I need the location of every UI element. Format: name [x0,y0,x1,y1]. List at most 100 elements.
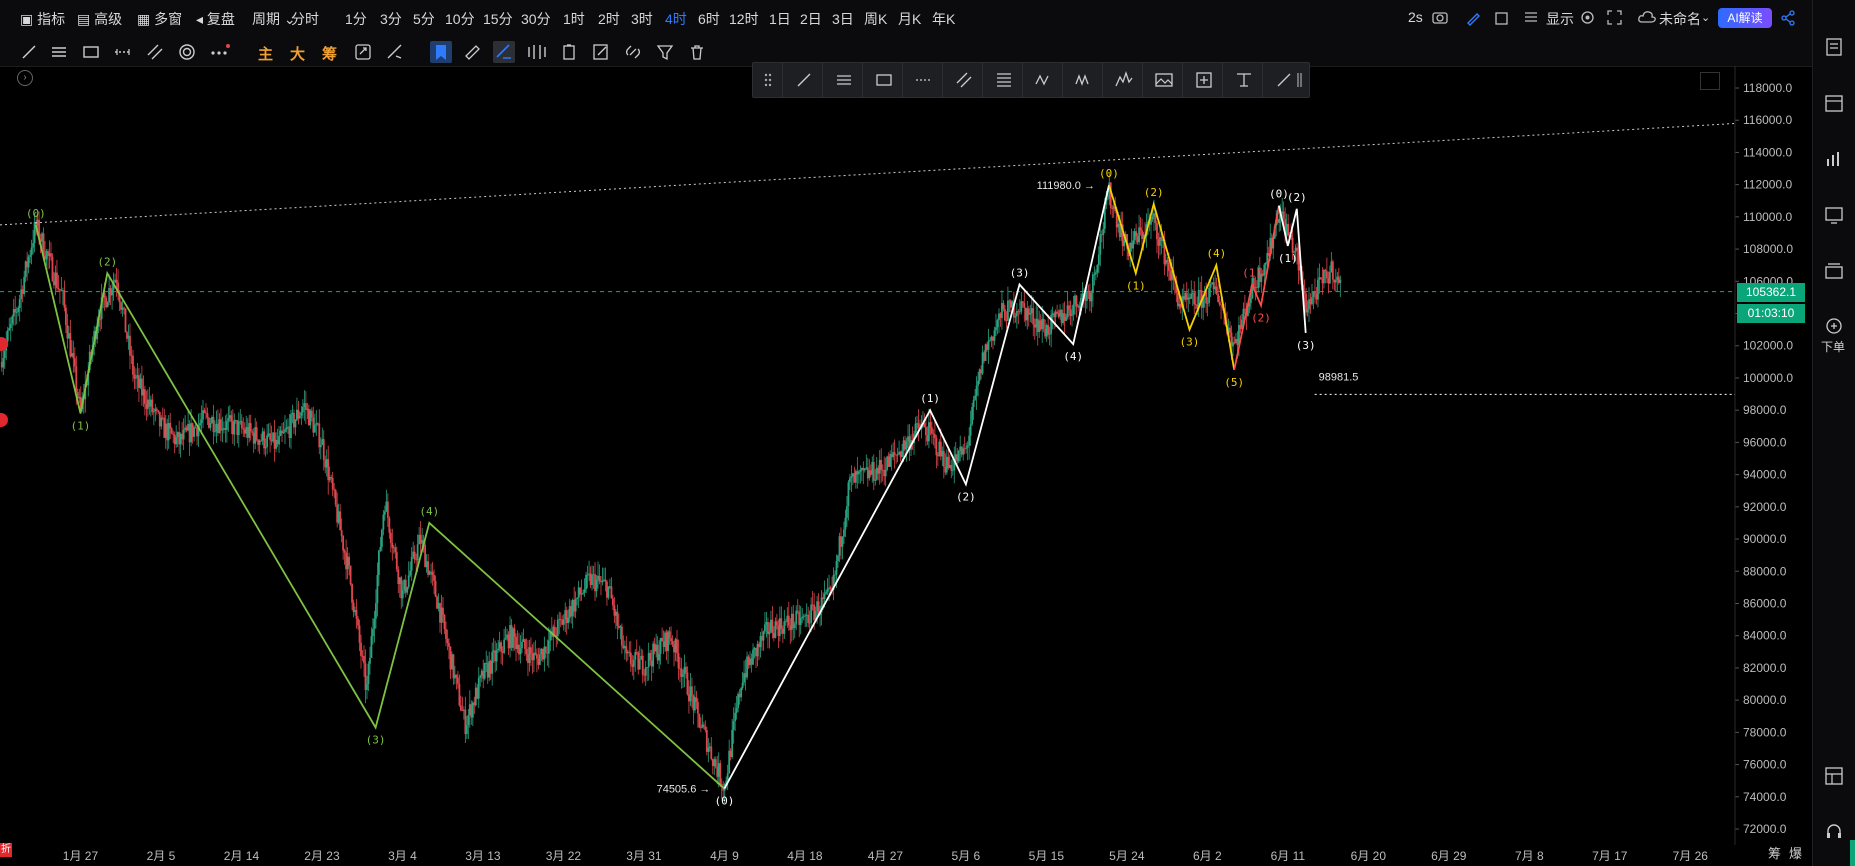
candle-body [376,575,379,604]
camera-icon[interactable] [1432,10,1448,27]
burst-label[interactable]: 爆 [1789,843,1802,862]
line-tool-icon[interactable] [18,41,40,63]
order-icon[interactable] [1823,315,1845,337]
more-tools-icon[interactable] [208,41,230,63]
candle-body [269,433,271,440]
topbar-item[interactable]: 周期 ⌄ [252,9,296,29]
filter-icon[interactable] [654,41,676,63]
wave3-icon[interactable] [1033,69,1055,91]
magnet-draw-tool-icon[interactable] [493,41,515,63]
main-chart-toggle[interactable]: 主 [258,43,273,64]
order-label[interactable]: 下单 [1821,338,1845,355]
bar-chart-icon[interactable] [1823,148,1845,170]
watchlist-icon[interactable] [1823,36,1845,58]
parallel-channel-tool-icon[interactable] [144,41,166,63]
topbar-item[interactable]: 2时 [598,9,620,29]
candle-body [704,726,707,731]
candle-body [616,611,619,626]
display-button[interactable]: 显示 [1546,9,1574,29]
collapse-handle-icon[interactable] [1289,69,1311,91]
candle-body [530,647,532,654]
drag-handle-icon[interactable] [757,69,779,91]
topbar-item[interactable]: ▦ 多窗 [137,9,182,29]
clipboard-tool-icon[interactable] [558,41,580,63]
calendar-icon[interactable] [1823,92,1845,114]
topbar-item[interactable]: 1分 [345,9,367,29]
bookmark-tool-icon[interactable] [430,41,452,63]
link-tool-icon[interactable] [622,41,644,63]
topbar-item[interactable]: 分时 [291,9,319,29]
topbar-item[interactable]: 12时 [729,9,759,29]
wave-label: (3) [1296,339,1316,352]
candle-body [525,648,528,655]
y-tick-label: 86000.0 [1743,596,1787,610]
expand-circle-icon[interactable]: › [17,70,33,86]
topbar-item[interactable]: 月K [898,9,921,29]
left-bottom-badge[interactable]: 折 [0,843,12,857]
ai-interpret-button[interactable]: AI解读 [1718,8,1772,28]
topbar-item[interactable]: ▣ 指标 [20,9,65,29]
measure-icon[interactable] [1233,69,1255,91]
monitor-chart-icon[interactable] [1823,204,1845,226]
topbar-item[interactable]: 3日 [832,9,854,29]
chevron-down-icon[interactable]: ⌄ [1701,11,1710,24]
wave5-icon[interactable] [1073,69,1095,91]
eraser-line-icon[interactable] [384,41,406,63]
share-window-icon[interactable] [1494,10,1510,29]
edit-note-icon[interactable] [590,41,612,63]
topbar-item[interactable]: 3分 [380,9,402,29]
y-tick-label: 102000.0 [1743,339,1793,353]
candle-body [857,471,860,475]
add-box-icon[interactable] [1193,69,1215,91]
topbar-item[interactable]: ▤ 高级 [77,9,122,29]
refresh-interval[interactable]: 2s [1408,9,1423,25]
topbar-item[interactable]: 3时 [631,9,653,29]
image-icon[interactable] [1153,69,1175,91]
sync-tool-icon[interactable] [352,41,374,63]
pen-icon[interactable] [1465,10,1481,29]
topbar-item[interactable]: 1日 [769,9,791,29]
pattern-icon[interactable] [1113,69,1135,91]
trash-icon[interactable] [686,41,708,63]
topbar-item[interactable]: 15分 [483,9,513,29]
channel-icon[interactable] [953,69,975,91]
large-order-toggle[interactable]: 大 [290,43,305,64]
fib-icon[interactable] [993,69,1015,91]
target-tool-icon[interactable] [176,41,198,63]
candle-body [933,434,936,438]
topbar-item[interactable]: 2日 [800,9,822,29]
rectangle-tool-icon[interactable] [80,41,102,63]
candle-body [562,619,565,625]
share-icon[interactable] [1780,10,1796,29]
hline-set-icon[interactable] [833,69,855,91]
topbar-item[interactable]: 30分 [521,9,551,29]
trend-line-icon[interactable] [793,69,815,91]
topbar-item[interactable]: ◂ 复盘 [196,9,235,29]
topbar-item[interactable]: 1时 [563,9,585,29]
headset-icon[interactable] [1823,820,1845,842]
price-range-tool-icon[interactable] [112,41,134,63]
topbar-item[interactable]: 10分 [445,9,475,29]
topbar-item[interactable]: 周K [864,9,887,29]
screenshot-corner-icon[interactable] [1700,72,1720,90]
layout-name-dropdown[interactable]: 未命名 [1659,9,1701,29]
horizontal-lines-tool-icon[interactable] [48,41,70,63]
range-icon[interactable] [913,69,935,91]
topbar-item[interactable]: 4时 [665,9,687,29]
fullscreen-icon[interactable] [1607,10,1622,28]
topbar-item[interactable]: 5分 [413,9,435,29]
topbar-item[interactable]: 6时 [698,9,720,29]
lock-drawings-icon[interactable] [526,41,548,63]
candlestick-chart[interactable]: 72000.0 74000.0 76000.0 78000.0 80000.0 82000… [0,66,1812,866]
wave-label: (2) [956,490,976,503]
chip-label[interactable]: 筹 [1768,843,1781,862]
layout-panel-icon[interactable] [1823,765,1845,787]
ruler-tool-icon[interactable] [461,41,483,63]
chip-distribution-toggle[interactable]: 筹 [322,43,337,64]
rect-icon[interactable] [873,69,895,91]
candle-body [3,350,6,359]
list-icon[interactable] [1524,10,1538,27]
gear-icon[interactable] [1580,10,1595,28]
stack-icon[interactable] [1823,260,1845,282]
topbar-item[interactable]: 年K [932,9,955,29]
